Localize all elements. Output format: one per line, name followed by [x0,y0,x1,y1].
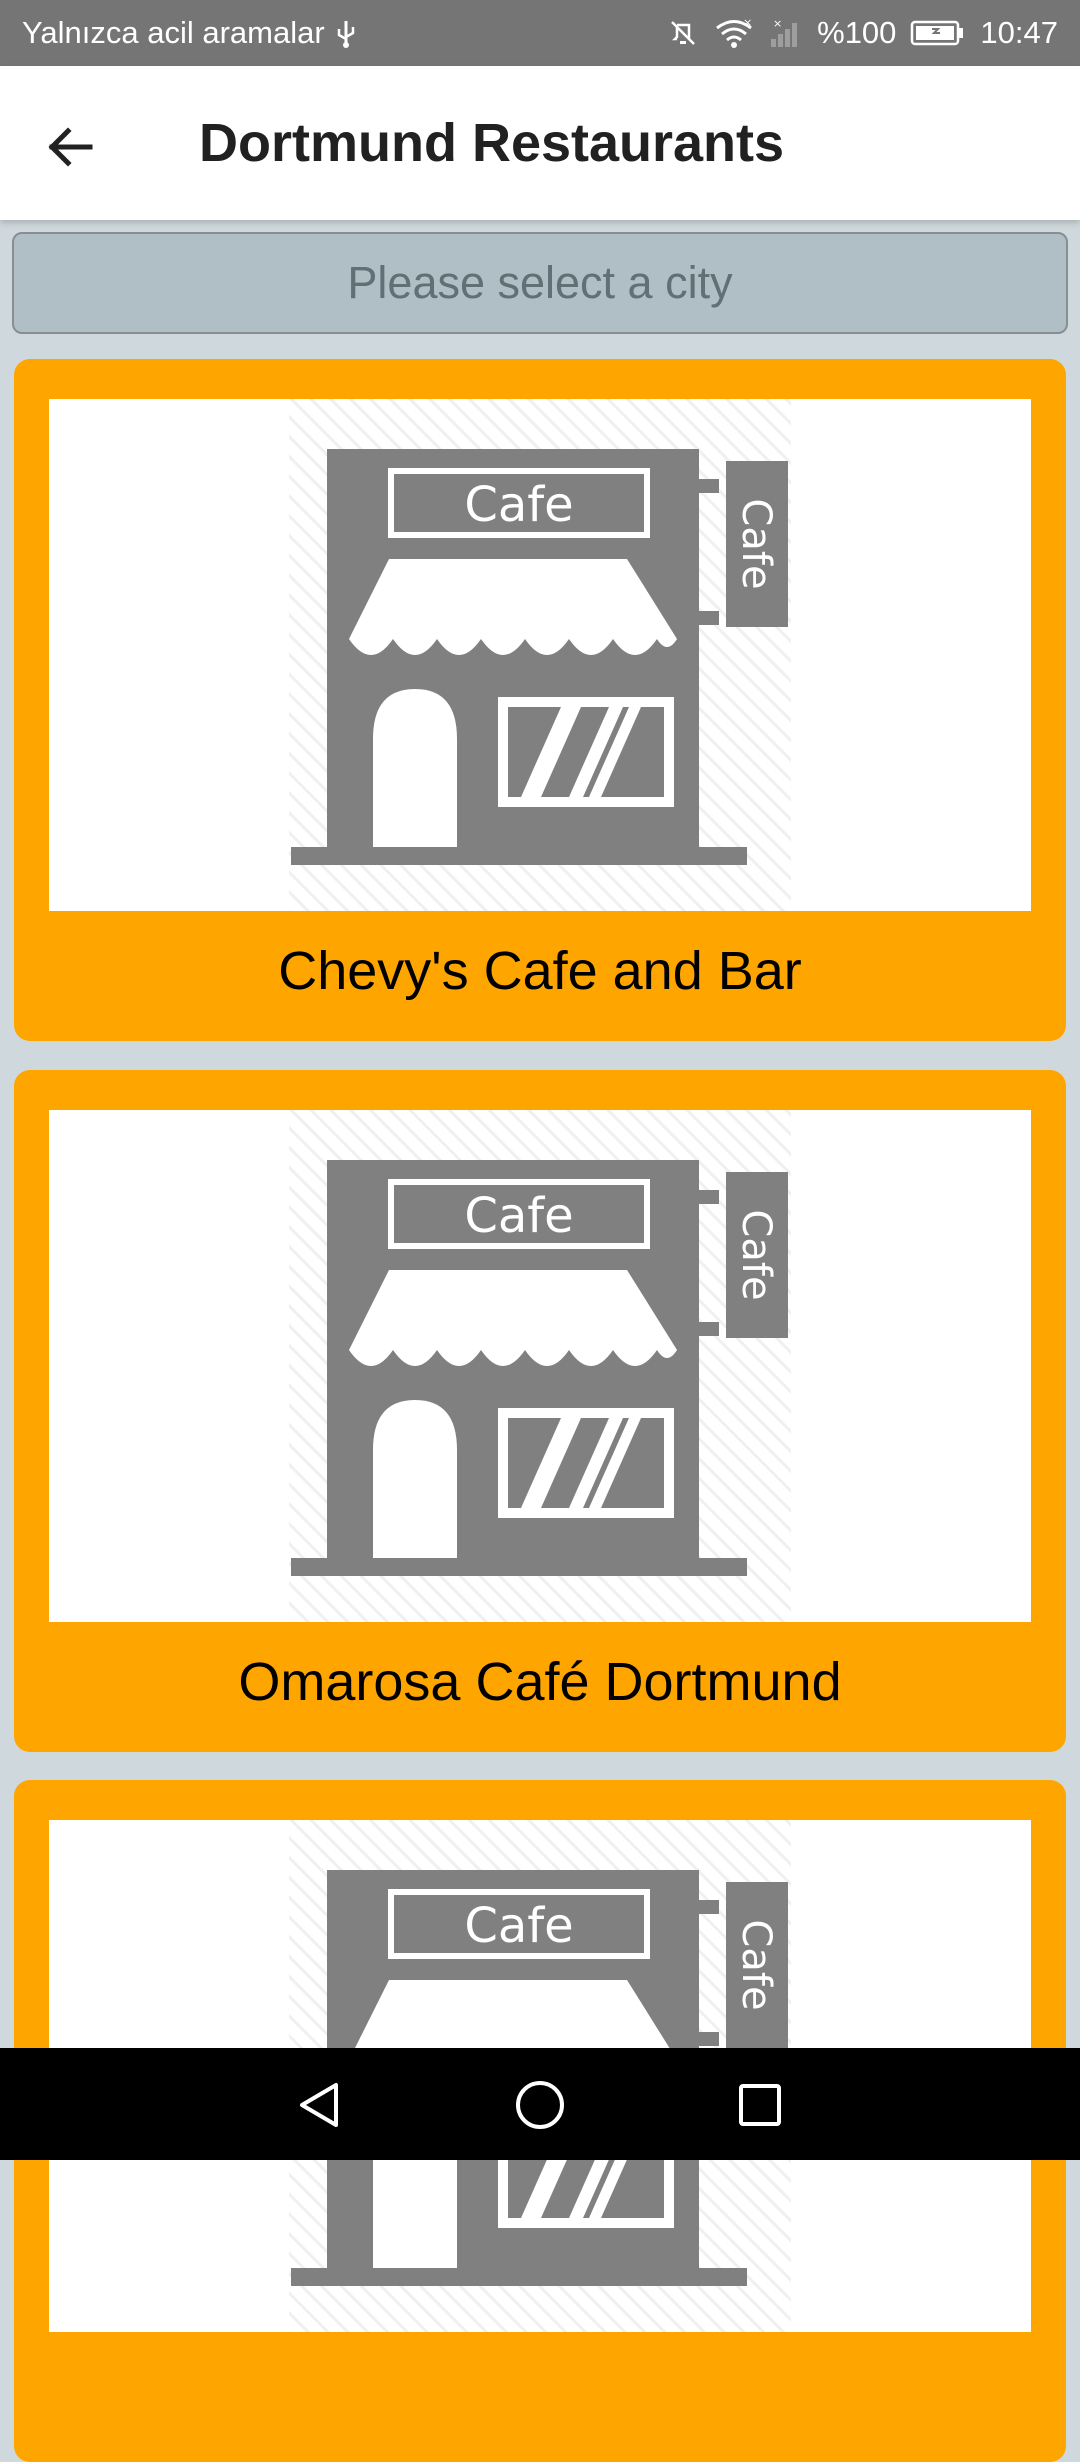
nav-back-button[interactable] [285,2070,355,2140]
cafe-side-sign-text: Cafe [733,498,779,589]
cafe-storefront-icon: Cafe Cafe [289,399,791,911]
restaurant-image: Cafe Cafe [49,399,1031,911]
restaurant-image: Cafe Cafe [49,1110,1031,1622]
system-nav-bar [0,2048,1080,2160]
cafe-storefront-icon: Cafe Cafe [289,1110,791,1622]
cafe-sign-text: Cafe [464,1188,573,1244]
nav-recents-button[interactable] [725,2070,795,2140]
nav-home-button[interactable] [505,2070,575,2140]
restaurant-card[interactable]: Cafe Cafe Omarosa Café Dortmund [14,1070,1066,1752]
app-bar: Dortmund Restaurants [0,66,1080,220]
back-triangle-icon [300,2083,338,2127]
cafe-sign-text: Cafe [464,477,573,533]
recents-square-icon [739,2084,781,2126]
arrow-left-icon [48,127,93,167]
home-circle-icon [516,2081,564,2129]
restaurant-name: Omarosa Café Dortmund [238,1652,842,1712]
cafe-sign-text: Cafe [464,1898,573,1954]
restaurant-name: Chevy's Cafe and Bar [278,941,802,1001]
restaurant-card[interactable]: Cafe Cafe Chevy's Cafe and Bar [14,359,1066,1041]
back-button[interactable] [30,107,110,187]
restaurant-list: Cafe Cafe Chevy's Cafe and Bar Cafe Cafe… [0,0,1080,2462]
cafe-side-sign-text: Cafe [733,1209,779,1300]
cafe-side-sign-text: Cafe [733,1919,779,2010]
page-title: Dortmund Restaurants [199,113,785,173]
